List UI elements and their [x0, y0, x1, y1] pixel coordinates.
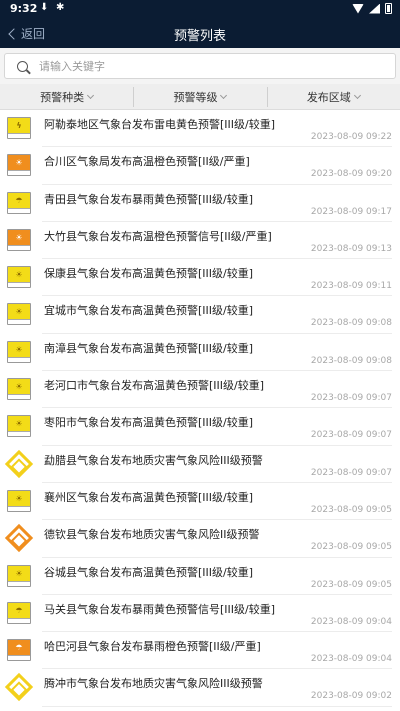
warning-title: 宜城市气象台发布高温黄色预警[III级/较重] — [44, 304, 254, 318]
wifi-icon — [352, 3, 364, 14]
chevron-down-icon — [220, 91, 228, 99]
warning-time: 2023-08-09 09:05 — [310, 579, 392, 590]
heat-yellow-icon: ☀ — [7, 564, 31, 587]
warning-time: 2023-08-09 09:08 — [310, 355, 392, 366]
warning-time: 2023-08-09 09:04 — [310, 654, 392, 665]
heat-yellow-icon: ☀ — [7, 303, 31, 326]
list-item[interactable]: ☂ 青田县气象台发布暴雨黄色预警[III级/较重] 2023-08-09 09:17 — [0, 184, 400, 223]
chevron-down-icon — [87, 91, 95, 99]
heat-orange-icon: ☀ — [7, 228, 31, 251]
list-item[interactable]: ☀ 南漳县气象台发布高温黄色预警[III级/较重] 2023-08-09 09:08 — [0, 333, 400, 372]
heat-yellow-icon: ☀ — [7, 415, 31, 438]
nav-bar: 返回 预警列表 — [0, 18, 400, 48]
rainstorm-yellow-icon: ☂ — [7, 601, 31, 624]
list-item[interactable]: 德钦县气象台发布地质灾害气象风险II级预警 2023-08-09 09:05 — [0, 520, 400, 558]
warning-list: ϟ 阿勒泰地区气象台发布雷电黄色预警[III级/较重] 2023-08-09 09:… — [0, 110, 400, 708]
rainstorm-orange-icon: ☂ — [7, 639, 31, 662]
signal-icon — [369, 3, 380, 14]
list-item[interactable]: ☀ 枣阳市气象台发布高温黄色预警[III级/较重] 2023-08-09 09:07 — [0, 408, 400, 446]
warning-time: 2023-08-09 09:20 — [310, 169, 392, 180]
list-item[interactable]: ☀ 保康县气象台发布高温黄色预警[III级/较重] 2023-08-09 09:11 — [0, 259, 400, 297]
filter-label: 发布区域 — [306, 90, 351, 104]
warning-title: 襄州区气象台发布高温黄色预警[III级/较重] — [44, 490, 254, 504]
warning-title: 哈巴河县气象台发布暴雨橙色预警[II级/严重] — [44, 640, 261, 654]
heat-orange-icon: ☀ — [7, 154, 31, 177]
warning-time: 2023-08-09 09:13 — [310, 243, 392, 254]
list-item[interactable]: ☂ 马关县气象台发布暴雨黄色预警信号[III级/较重] 2023-08-09 09:… — [0, 594, 400, 633]
list-item[interactable]: ☀ 谷城县气象台发布高温黄色预警[III级/较重] 2023-08-09 09:05 — [0, 557, 400, 596]
filter-region[interactable]: 发布区域 — [266, 84, 400, 109]
list-item[interactable]: ϟ 阿勒泰地区气象台发布雷电黄色预警[III级/较重] 2023-08-09 09:… — [0, 110, 400, 148]
filter-bar: 预警种类 预警等级 发布区域 — [0, 84, 400, 110]
warning-title: 谷城县气象台发布高温黄色预警[III级/较重] — [44, 565, 254, 579]
warning-title: 青田县气象台发布暴雨黄色预警[III级/较重] — [44, 192, 254, 206]
search-box[interactable] — [4, 53, 396, 79]
geo-orange-icon — [4, 524, 34, 553]
warning-title: 枣阳市气象台发布高温黄色预警[III级/较重] — [44, 416, 254, 430]
warning-title: 合川区气象局发布高温橙色预警[II级/严重] — [44, 155, 250, 169]
list-item[interactable]: ☀ 老河口市气象台发布高温黄色预警[III级/较重] 2023-08-09 09:0… — [0, 371, 400, 409]
list-item[interactable]: 腾冲市气象台发布地质灾害气象风险III级预警 2023-08-09 09:02 — [0, 669, 400, 708]
heat-yellow-icon: ☀ — [7, 266, 31, 289]
warning-time: 2023-08-09 09:05 — [310, 504, 392, 515]
warning-time: 2023-08-09 09:04 — [310, 616, 392, 627]
list-item[interactable]: ☀ 襄州区气象台发布高温黄色预警[III级/较重] 2023-08-09 09:05 — [0, 482, 400, 521]
warning-title: 勐腊县气象台发布地质灾害气象风险III级预警 — [44, 453, 263, 467]
filter-warning-level[interactable]: 预警等级 — [133, 84, 266, 109]
download-icon: ⬇ — [40, 2, 49, 13]
search-input[interactable] — [39, 59, 359, 73]
warning-title: 德钦县气象台发布地质灾害气象风险II级预警 — [44, 528, 260, 542]
notification-icon: ✱ — [56, 2, 65, 13]
list-item[interactable]: ☀ 大竹县气象台发布高温橙色预警信号[II级/严重] 2023-08-09 09:1… — [0, 221, 400, 260]
warning-time: 2023-08-09 09:02 — [310, 691, 392, 702]
warning-time: 2023-08-09 09:07 — [310, 467, 392, 478]
warning-title: 保康县气象台发布高温黄色预警[III级/较重] — [44, 267, 254, 281]
warning-title: 腾冲市气象台发布地质灾害气象风险III级预警 — [44, 677, 263, 691]
chevron-down-icon — [353, 91, 361, 99]
warning-time: 2023-08-09 09:07 — [310, 393, 392, 404]
filter-label: 预警等级 — [173, 90, 218, 104]
list-item[interactable]: ☀ 宜城市气象台发布高温黄色预警[III级/较重] 2023-08-09 09:08 — [0, 296, 400, 335]
rainstorm-yellow-icon: ☂ — [7, 191, 31, 214]
warning-title: 南漳县气象台发布高温黄色预警[III级/较重] — [44, 341, 254, 355]
warning-title: 阿勒泰地区气象台发布雷电黄色预警[III级/较重] — [44, 118, 276, 131]
geo-yellow-icon — [4, 449, 34, 478]
page-title: 预警列表 — [173, 29, 226, 44]
warning-time: 2023-08-09 09:05 — [310, 542, 392, 553]
warning-title: 马关县气象台发布暴雨黄色预警信号[III级/较重] — [44, 602, 276, 616]
warning-title: 大竹县气象台发布高温橙色预警信号[II级/严重] — [44, 229, 272, 243]
filter-label: 预警种类 — [40, 90, 85, 104]
list-item[interactable]: ☀ 合川区气象局发布高温橙色预警[II级/严重] 2023-08-09 09:20 — [0, 147, 400, 185]
status-bar: 9:32 ⬇ ✱ — [0, 0, 400, 18]
heat-yellow-icon: ☀ — [7, 489, 31, 512]
heat-yellow-icon: ☀ — [7, 378, 31, 401]
heat-yellow-icon: ☀ — [7, 340, 31, 363]
warning-time: 2023-08-09 09:11 — [310, 281, 392, 292]
warning-title: 老河口市气象台发布高温黄色预警[III级/较重] — [44, 379, 265, 393]
warning-time: 2023-08-09 09:17 — [310, 206, 392, 217]
list-item[interactable]: ☂ 哈巴河县气象台发布暴雨橙色预警[II级/严重] 2023-08-09 09:04 — [0, 632, 400, 670]
search-bar — [0, 48, 400, 84]
filter-warning-type[interactable]: 预警种类 — [0, 84, 133, 109]
warning-time: 2023-08-09 09:07 — [310, 430, 392, 441]
search-icon — [17, 60, 28, 72]
thunder-yellow-icon: ϟ — [7, 117, 31, 139]
warning-time: 2023-08-09 09:22 — [310, 132, 392, 142]
battery-icon — [385, 3, 392, 14]
warning-time: 2023-08-09 09:08 — [310, 318, 392, 329]
geo-yellow-icon — [4, 673, 34, 702]
status-time: 9:32 — [10, 2, 38, 15]
list-item[interactable]: 勐腊县气象台发布地质灾害气象风险III级预警 2023-08-09 09:07 — [0, 445, 400, 484]
